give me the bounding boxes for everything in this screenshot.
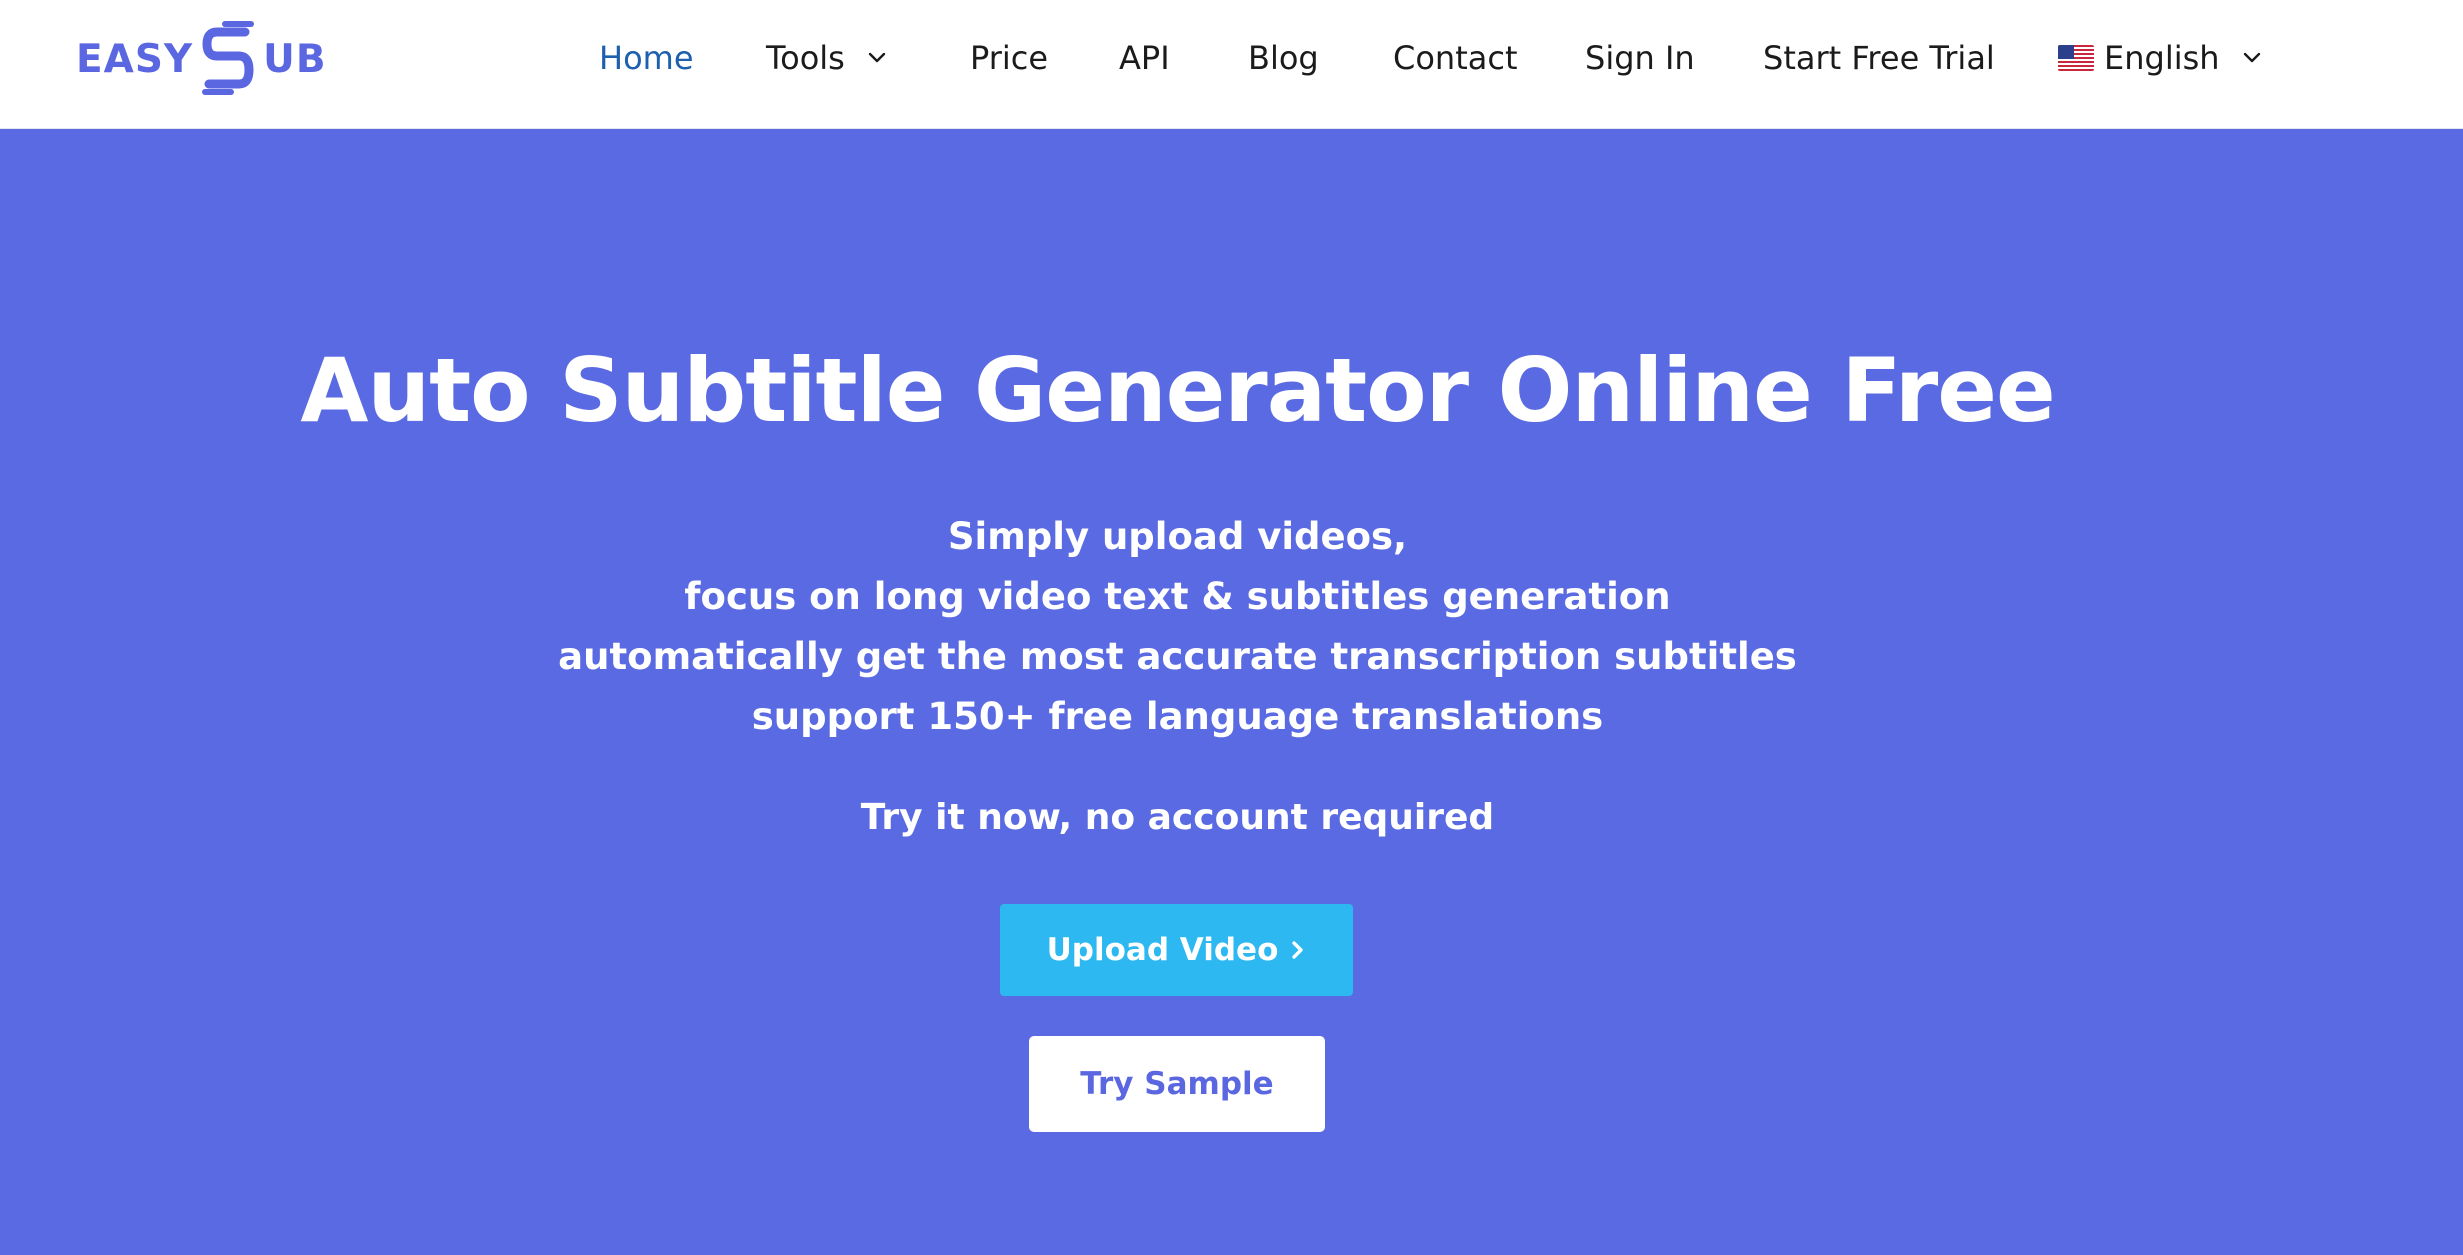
nav-sign-in-label: Sign In xyxy=(1585,39,1695,77)
upload-video-label: Upload Video xyxy=(1046,932,1279,968)
nav-tools[interactable]: Tools xyxy=(766,34,887,82)
hero-description: Simply upload videos, focus on long vide… xyxy=(0,507,2355,747)
upload-video-button[interactable]: Upload Video xyxy=(1000,904,1353,996)
hero-title: Auto Subtitle Generator Online Free xyxy=(300,339,2055,442)
nav-contact[interactable]: Contact xyxy=(1393,34,1518,82)
nav-api-label: API xyxy=(1119,39,1170,77)
hero-line: focus on long video text & subtitles gen… xyxy=(684,575,1671,618)
nav-contact-label: Contact xyxy=(1393,39,1518,77)
language-label: English xyxy=(2104,39,2220,77)
try-sample-label: Try Sample xyxy=(1080,1066,1274,1102)
nav-sign-in[interactable]: Sign In xyxy=(1585,34,1695,82)
nav-start-free-trial-label: Start Free Trial xyxy=(1763,39,1995,77)
chevron-right-icon xyxy=(1290,938,1306,962)
nav-blog[interactable]: Blog xyxy=(1248,34,1319,82)
site-header: EASY UB Home Tools Price API Blog Contac… xyxy=(0,0,2463,129)
nav-start-free-trial[interactable]: Start Free Trial xyxy=(1763,34,1995,82)
nav-tools-label: Tools xyxy=(766,39,845,77)
hero-line: Simply upload videos, xyxy=(947,515,1408,558)
language-selector[interactable]: English xyxy=(2058,34,2262,82)
chevron-down-icon xyxy=(2242,51,2262,65)
main-nav: Home Tools Price API Blog Contact Sign I… xyxy=(0,0,2463,116)
nav-home[interactable]: Home xyxy=(599,34,694,82)
nav-price-label: Price xyxy=(970,39,1049,77)
hero-line: support 150+ free language translations xyxy=(751,695,1604,738)
nav-price[interactable]: Price xyxy=(970,34,1048,82)
no-account-note: Try it now, no account required xyxy=(860,797,1495,838)
hero-section: Auto Subtitle Generator Online Free Simp… xyxy=(0,129,2463,1255)
try-sample-button[interactable]: Try Sample xyxy=(1029,1036,1325,1132)
hero-line: automatically get the most accurate tran… xyxy=(558,635,1797,678)
us-flag-icon xyxy=(2058,45,2094,71)
nav-api[interactable]: API xyxy=(1119,34,1170,82)
nav-blog-label: Blog xyxy=(1248,39,1319,77)
nav-home-label: Home xyxy=(599,39,694,77)
chevron-down-icon xyxy=(867,51,887,65)
